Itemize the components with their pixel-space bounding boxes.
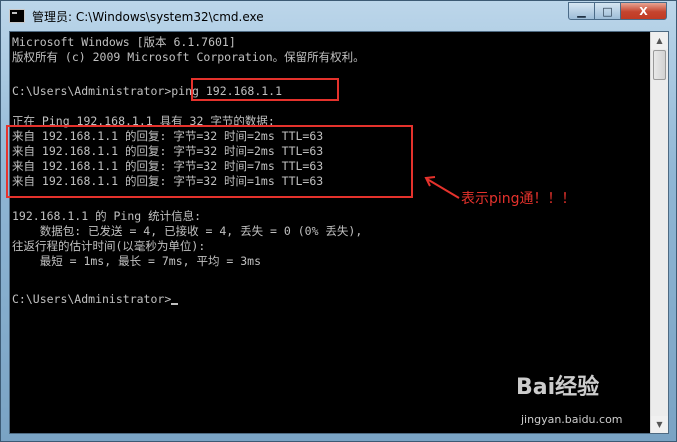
text-cursor [171, 303, 179, 305]
console-line: 192.168.1.1 的 Ping 统计信息: [12, 209, 202, 223]
window-title: 管理员: C:\Windows\system32\cmd.exe [32, 10, 264, 24]
close-button[interactable]: X [620, 2, 667, 20]
minimize-button[interactable]: ▁ [568, 2, 595, 20]
title-bar[interactable]: 管理员: C:\Windows\system32\cmd.exe ▁ □ X [1, 1, 676, 31]
highlight-box-replies [6, 125, 413, 198]
scroll-up-arrow-icon[interactable]: ▲ [651, 32, 668, 49]
annotation-arrow-icon [424, 176, 460, 199]
console-line: Microsoft Windows [版本 6.1.7601] [12, 35, 236, 49]
console-line: 最短 = 1ms, 最长 = 7ms, 平均 = 3ms [12, 254, 262, 268]
console-prompt[interactable]: C:\Users\Administrator> [12, 292, 179, 306]
watermark-logo: Bai经验 [516, 375, 600, 400]
maximize-button[interactable]: □ [594, 2, 621, 20]
prompt-text: C:\Users\Administrator> [12, 292, 172, 306]
console-line: 版权所有 (c) 2009 Microsoft Corporation。保留所有… [12, 50, 365, 64]
watermark-url: jingyan.baidu.com [521, 413, 623, 426]
highlight-box-command [191, 78, 339, 101]
annotation-text: 表示ping通！！！ [461, 191, 576, 207]
cmd-window: 管理员: C:\Windows\system32\cmd.exe ▁ □ X M… [0, 0, 677, 442]
baidu-jingyan-watermark: Bai经验 jingyan.baidu.com [516, 369, 671, 439]
console-line: 往返行程的估计时间(以毫秒为单位): [12, 239, 206, 253]
console-line: 数据包: 已发送 = 4, 已接收 = 4, 丢失 = 0 (0% 丢失), [12, 224, 363, 238]
cmd-icon [9, 9, 25, 23]
scrollbar-thumb[interactable] [653, 50, 666, 80]
